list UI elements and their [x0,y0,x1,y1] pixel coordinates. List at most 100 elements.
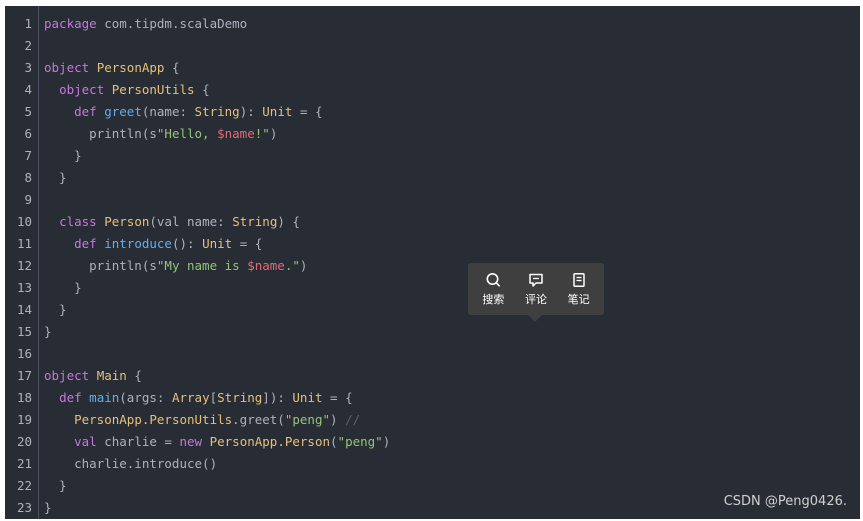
code-token: PersonApp.PersonUtils [74,412,233,427]
code-token: "Hello, [156,126,218,141]
code-token: } [44,148,82,163]
comment-label: 评论 [524,292,547,306]
code-token: Unit [292,390,323,405]
code-token: { [164,60,180,75]
line-number: 2 [24,38,32,53]
line-number: 19 [16,412,32,427]
line-number: 14 [16,302,32,317]
code-token: { [126,368,142,383]
code-token: (args: [119,390,172,405]
code-token: PersonApp [96,60,165,75]
line-number: 8 [24,170,32,185]
code-token: } [44,500,52,515]
line-number: 16 [16,346,32,361]
line-number: 5 [24,104,32,119]
code-token: String [217,390,263,405]
code-token: Array [171,390,210,405]
line-number: 1 [24,16,32,31]
line-number: 7 [24,148,32,163]
code-token: greet [104,104,142,119]
code-token: charlie.introduce() [44,456,218,471]
code-line: println(s"Hello, $name!") [44,123,277,145]
line-number: 12 [16,258,32,273]
code-block: 1 2 3 4 5 6 7 8 9 10 11 12 13 14 15 16 17 18 19 20 21 22 23 pa… [5,6,860,519]
code-line: } [44,277,82,299]
note-button[interactable]: 笔记 [559,272,599,307]
line-number: 22 [16,478,32,493]
line-number: 3 [24,60,32,75]
code-token: ) [269,126,278,141]
code-token: // [345,412,361,427]
code-line: charlie.introduce() [44,453,217,475]
code-token: } [44,170,67,185]
code-token: PersonApp.Person [209,434,331,449]
code-token: (val name: [149,214,233,229]
code-line: } [44,167,67,189]
code-token: } [44,324,52,339]
code-token: ) [382,434,391,449]
code-line: println(s"My name is $name.") [44,255,307,277]
search-button[interactable]: 搜索 [473,272,513,307]
code-token: def [74,236,97,251]
code-token: String [194,104,240,119]
line-number-gutter: 1 2 3 4 5 6 7 8 9 10 11 12 13 14 15 16 17 18 19 20 21 22 23 [5,6,39,519]
code-token: object [44,60,90,75]
code-line: } [44,475,67,497]
code-token: package [44,16,97,31]
code-token: charlie = [96,434,180,449]
line-number: 23 [16,500,32,515]
code-line: class Person(val name: String) { [44,211,300,233]
code-token: String [232,214,278,229]
code-line: val charlie = new PersonApp.Person("peng… [44,431,390,453]
code-token: println(s [44,126,157,141]
code-token: ) [299,258,308,273]
code-line: def introduce(): Unit = { [44,233,262,255]
code-line: PersonApp.PersonUtils.greet("peng") // [44,409,360,431]
code-token: (name: [141,104,195,119]
comment-button[interactable]: 评论 [516,272,556,307]
code-token: def [74,104,97,119]
selection-toolbar: 搜索 评论 笔记 [468,263,604,322]
line-number: 9 [24,192,32,207]
code-token: Person [104,214,150,229]
note-label: 笔记 [567,292,590,306]
code-line: } [44,299,67,321]
search-label: 搜索 [482,292,505,306]
code-line: object Main { [44,365,142,387]
line-number: 6 [24,126,32,141]
code-token: object [59,82,105,97]
line-number: 17 [16,368,32,383]
comment-icon [529,273,543,287]
code-line: def main(args: Array[String]): Unit = { [44,387,353,409]
code-token: println(s [44,258,157,273]
code-token: } [44,478,67,493]
line-number: 21 [16,456,32,471]
code-token: object [44,368,90,383]
code-token: Unit [202,236,233,251]
line-number: 18 [16,390,32,405]
code-line: def greet(name: String): Unit = { [44,101,323,123]
code-token: "My name is [156,258,248,273]
code-token: = { [232,236,263,251]
line-number: 15 [16,324,32,339]
code-token: ): [239,104,263,119]
code-line: object PersonApp { [44,57,179,79]
code-token: "peng" [284,412,330,427]
code-line: } [44,497,52,519]
code-token: new [179,434,203,449]
code-token: ]): [262,390,293,405]
code-token: = { [292,104,323,119]
code-token: ) { [277,214,300,229]
watermark: CSDN @Peng0426. [723,494,847,509]
code-line: } [44,145,82,167]
